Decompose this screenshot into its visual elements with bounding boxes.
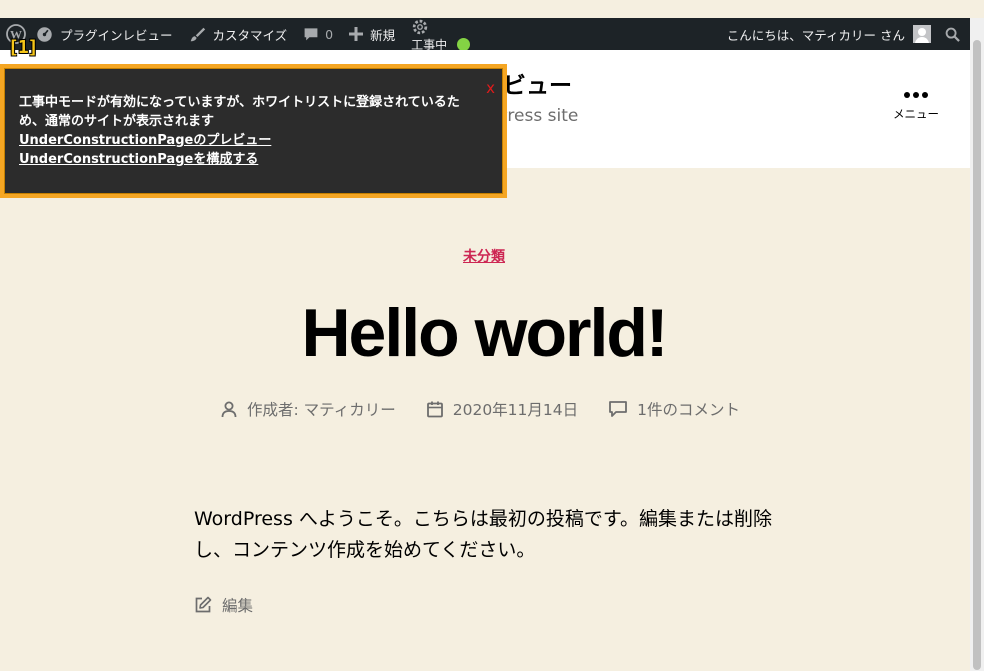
- adminbar-comments[interactable]: 0: [295, 18, 341, 50]
- edit-label: 編集: [222, 597, 254, 615]
- annotation-marker: [1]: [8, 37, 38, 58]
- post-category: 未分類: [0, 246, 968, 266]
- search-icon: [945, 27, 960, 42]
- edit-link[interactable]: 編集: [194, 594, 253, 616]
- comment-icon: [609, 401, 628, 417]
- post-date[interactable]: 2020年11月14日: [426, 398, 578, 420]
- under-construction-notice: 工事中モードが有効になっていますが、ホワイトリストに登録されているため、通常のサ…: [0, 64, 507, 198]
- person-icon: [221, 401, 237, 418]
- avatar: [913, 25, 931, 43]
- post-meta: 作成者: マティカリー 2020年11月14日 1件のコメント: [220, 398, 770, 420]
- notice-message: 工事中モードが有効になっていますが、ホワイトリストに登録されているため、通常のサ…: [19, 95, 460, 129]
- adminbar-customize[interactable]: カスタマイズ: [181, 18, 296, 50]
- plus-icon: [349, 27, 364, 41]
- notice-box: 工事中モードが有効になっていますが、ホワイトリストに登録されているため、通常のサ…: [4, 68, 503, 194]
- category-link[interactable]: 未分類: [463, 249, 505, 265]
- post-author[interactable]: 作成者: マティカリー: [220, 398, 396, 420]
- greeting-label: こんにちは、マティカリー さん: [726, 27, 905, 43]
- date-label: 2020年11月14日: [452, 401, 579, 419]
- comment-icon: [304, 28, 318, 41]
- comments-count: 0: [325, 26, 334, 42]
- brush-icon: [190, 27, 205, 41]
- adminbar-new[interactable]: 新規: [341, 18, 403, 50]
- menu-toggle-button[interactable]: メニュー: [890, 92, 942, 122]
- site-name-label: プラグインレビュー: [60, 27, 173, 43]
- dashboard-icon: [37, 26, 52, 42]
- post-comments[interactable]: 1件のコメント: [608, 398, 740, 420]
- edit-icon: [195, 596, 212, 613]
- scrollbar-thumb[interactable]: [973, 40, 981, 670]
- customize-label: カスタマイズ: [212, 27, 288, 43]
- author-label: 作成者: マティカリー: [247, 401, 396, 419]
- post-title: Hello world!: [301, 295, 668, 371]
- comments-label: 1件のコメント: [637, 401, 741, 419]
- adminbar-search[interactable]: [939, 18, 970, 50]
- menu-label: メニュー: [893, 107, 939, 121]
- close-button[interactable]: x: [486, 79, 495, 97]
- preview-link[interactable]: UnderConstructionPageのプレビュー: [19, 131, 488, 150]
- post-content: WordPress へようこそ。こちらは最初の投稿です。編集または削除し、コンテ…: [194, 508, 772, 561]
- adminbar-my-account[interactable]: こんにちは、マティカリー さん: [719, 18, 939, 50]
- adminbar-under-construction[interactable]: 工事中: [403, 18, 475, 52]
- configure-link[interactable]: UnderConstructionPageを構成する: [19, 150, 488, 169]
- admin-bar: W プラグインレビュー カスタマイズ 0 新規 工事中 こんにちは、マティカリー…: [0, 18, 970, 52]
- new-label: 新規: [370, 27, 396, 43]
- calendar-icon: [426, 401, 443, 418]
- gear-icon: [412, 19, 428, 35]
- adminbar-site-name[interactable]: プラグインレビュー: [32, 18, 181, 50]
- more-icon: [890, 92, 942, 98]
- scrollbar[interactable]: [970, 18, 984, 671]
